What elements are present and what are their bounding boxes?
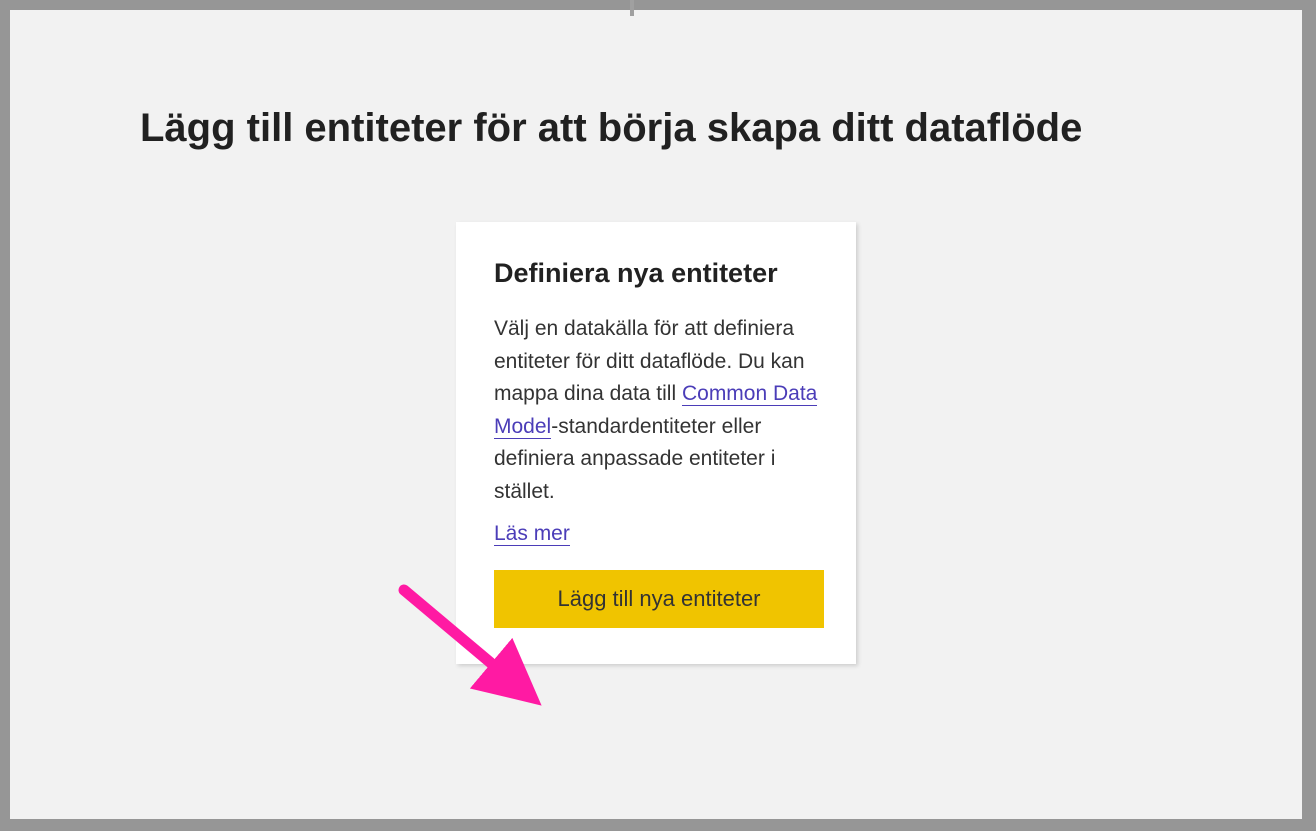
add-new-entities-button[interactable]: Lägg till nya entiteter bbox=[494, 570, 824, 628]
learn-more-link[interactable]: Läs mer bbox=[494, 522, 570, 546]
content-panel: Lägg till entiteter för att börja skapa … bbox=[10, 10, 1302, 819]
page-title: Lägg till entiteter för att börja skapa … bbox=[140, 104, 1172, 152]
top-tick-mark bbox=[630, 0, 634, 16]
learn-more-row: Läs mer bbox=[494, 522, 818, 546]
card-body-text: Välj en datakälla för att definiera enti… bbox=[494, 313, 818, 508]
outer-frame: Lägg till entiteter för att börja skapa … bbox=[0, 0, 1316, 831]
card-title: Definiera nya entiteter bbox=[494, 258, 818, 289]
define-entities-card: Definiera nya entiteter Välj en datakäll… bbox=[456, 222, 856, 664]
